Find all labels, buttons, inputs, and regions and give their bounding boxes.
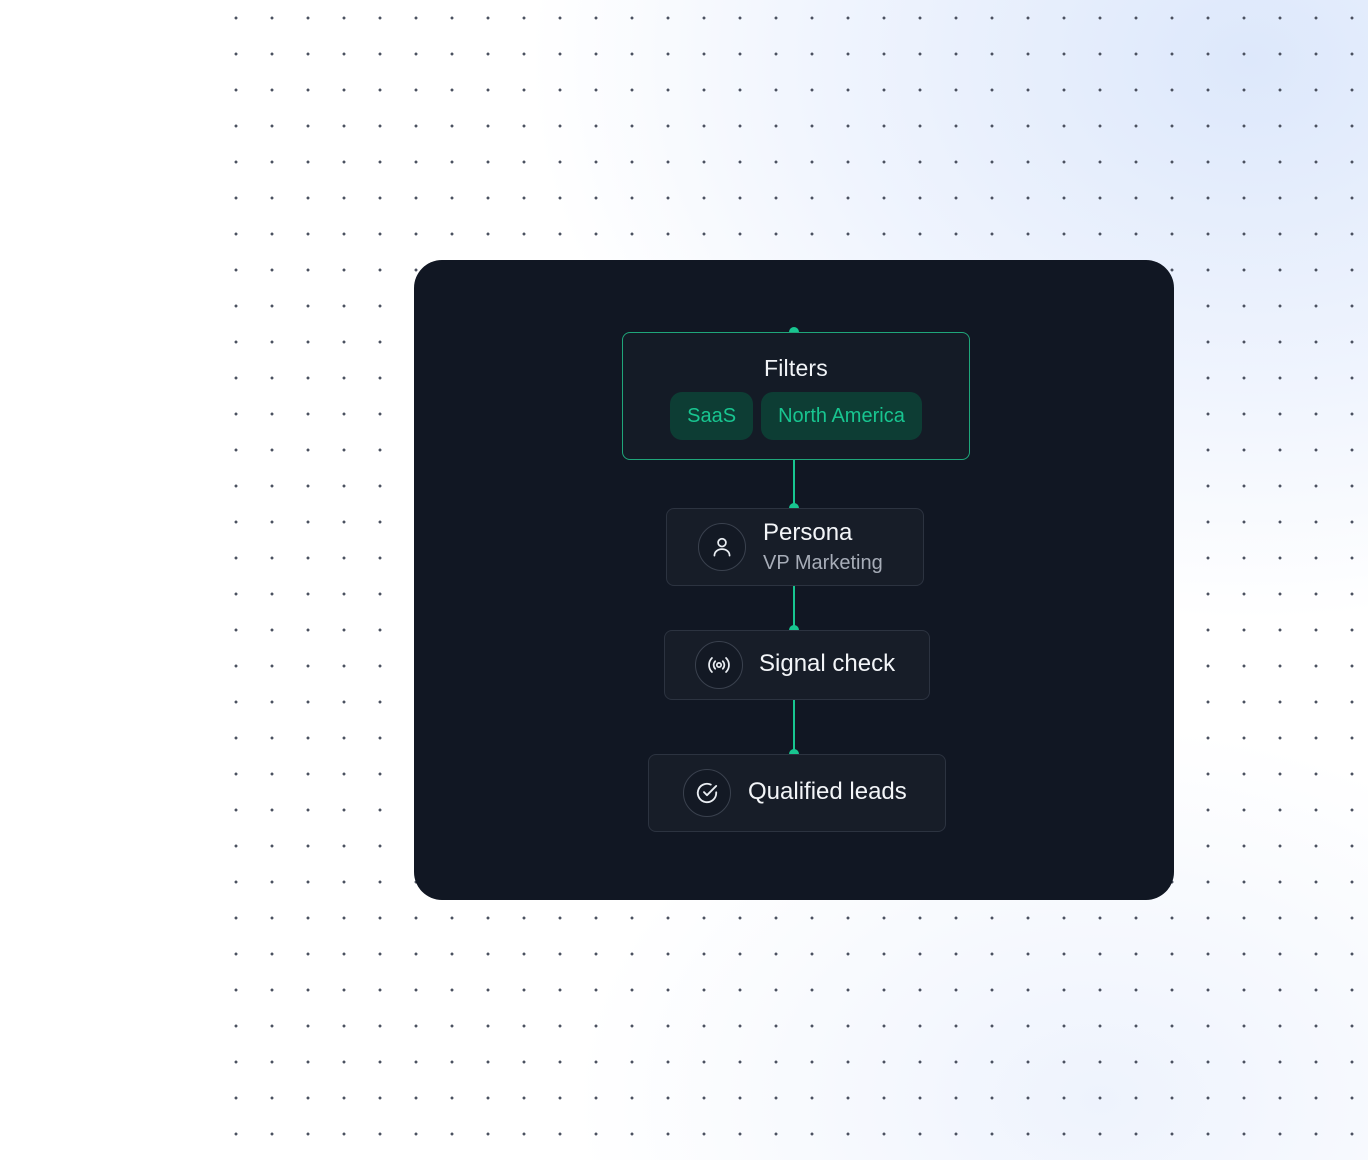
qualified-leads-node[interactable]: Qualified leads bbox=[648, 754, 946, 832]
signal-check-title: Signal check bbox=[759, 650, 896, 677]
filter-tag-saas[interactable]: SaaS bbox=[670, 392, 754, 440]
filter-tags: SaaS North America bbox=[623, 392, 969, 440]
filter-tag-north-america[interactable]: North America bbox=[761, 392, 922, 440]
persona-node[interactable]: Persona VP Marketing bbox=[666, 508, 924, 586]
user-icon bbox=[698, 523, 746, 571]
signal-check-node[interactable]: Signal check bbox=[664, 630, 930, 700]
broadcast-signal-icon bbox=[695, 641, 743, 689]
persona-subtitle: VP Marketing bbox=[763, 552, 883, 574]
workflow-card: Filters SaaS North America Persona VP Ma… bbox=[414, 260, 1174, 900]
filters-node[interactable]: Filters SaaS North America bbox=[622, 332, 970, 460]
filters-title: Filters bbox=[763, 355, 828, 381]
qualified-leads-title: Qualified leads bbox=[748, 778, 907, 805]
check-circle-icon bbox=[683, 769, 731, 817]
persona-title: Persona bbox=[763, 519, 853, 546]
